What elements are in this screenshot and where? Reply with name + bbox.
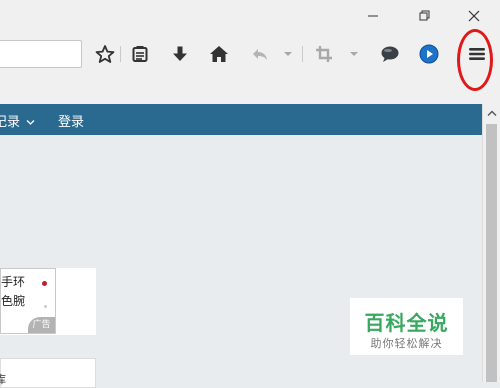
address-bar[interactable] <box>0 40 82 68</box>
back-icon <box>253 49 267 60</box>
crop-icon <box>316 46 332 62</box>
watermark-title: 百科全说 <box>364 311 449 335</box>
close-icon <box>468 10 480 22</box>
minimize-button[interactable] <box>361 6 385 26</box>
bottom-panel-text: 库 <box>0 373 6 386</box>
ad-card[interactable]: 手环 色腕 广告 <box>0 268 96 335</box>
nav-item-records[interactable]: 记录 <box>0 111 35 130</box>
bottom-panel: 库 <box>0 358 96 388</box>
scroll-up-button[interactable] <box>483 104 500 122</box>
crop-dropdown-button[interactable] <box>347 42 361 66</box>
dropdown-arrow-icon <box>284 52 292 56</box>
download-icon <box>173 46 187 61</box>
login-link[interactable]: 登录 <box>58 111 84 130</box>
star-icon <box>95 45 115 63</box>
scroll-thumb[interactable] <box>486 124 497 382</box>
home-icon <box>210 46 228 62</box>
bookmark-star-button[interactable] <box>94 42 116 66</box>
minimize-icon <box>368 15 378 17</box>
carousel-dot-active <box>42 281 47 286</box>
toolbar-separator <box>302 46 303 62</box>
downloads-button[interactable] <box>168 42 192 66</box>
close-button[interactable] <box>462 6 486 26</box>
toolbar-separator <box>120 46 121 62</box>
chat-button[interactable] <box>378 42 402 66</box>
site-nav-bar: 记录 登录 <box>0 104 482 135</box>
restore-button[interactable] <box>412 6 436 26</box>
back-dropdown-button[interactable] <box>281 42 295 66</box>
restore-icon <box>419 10 430 21</box>
nav-item-records-label: 记录 <box>0 115 21 130</box>
dropdown-arrow-icon <box>350 52 358 56</box>
home-button[interactable] <box>207 42 231 66</box>
carousel-dot <box>44 305 47 308</box>
video-play-icon <box>419 44 439 64</box>
video-button[interactable] <box>417 42 441 66</box>
ad-badge: 广告 <box>28 317 55 333</box>
crop-button[interactable] <box>312 42 336 66</box>
chevron-up-icon <box>487 110 496 116</box>
reading-list-button[interactable] <box>128 42 152 66</box>
title-bar <box>0 0 500 32</box>
menu-highlight-circle <box>457 29 493 91</box>
vertical-scrollbar[interactable] <box>482 104 500 382</box>
back-button[interactable] <box>248 42 272 66</box>
browser-toolbar <box>0 32 500 104</box>
chevron-down-icon <box>26 120 35 125</box>
reading-list-icon <box>132 46 148 62</box>
watermark-subtitle: 助你轻松解决 <box>370 337 443 350</box>
baike-watermark-logo: 百科全说 助你轻松解决 <box>350 298 463 355</box>
chat-bubble-icon <box>381 46 399 62</box>
ad-text-line: 色腕 <box>1 294 26 308</box>
ad-text-line: 手环 <box>1 275 26 289</box>
ad-image[interactable]: 手环 色腕 广告 <box>0 268 56 334</box>
